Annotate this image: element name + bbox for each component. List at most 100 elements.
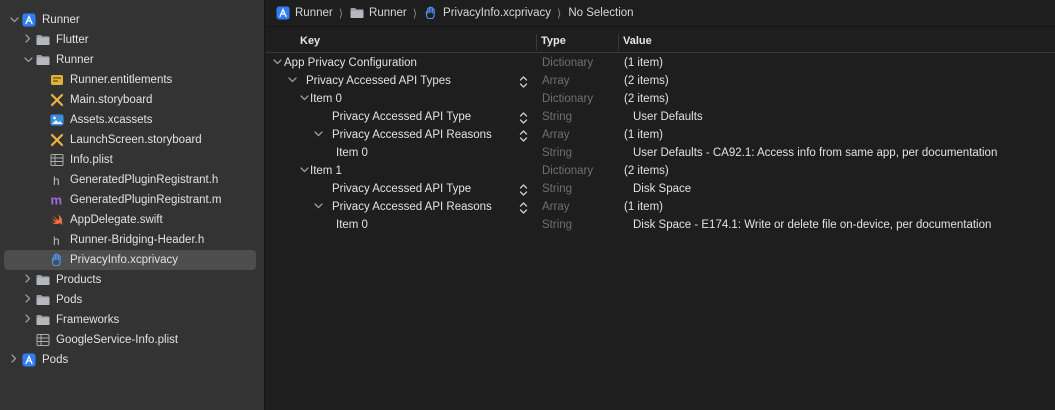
sidebar-item-label: Pods (42, 354, 69, 366)
sidebar-item-main-storyboard[interactable]: Main.storyboard (4, 90, 256, 110)
plist-row[interactable]: Privacy Accessed API Reasons Array (1 item… (266, 199, 1055, 217)
key-popup-stepper-icon[interactable] (519, 128, 528, 144)
sidebar-item-label: Main.storyboard (70, 94, 153, 106)
storyboard-file-icon (50, 133, 64, 147)
chevron-right-icon[interactable] (22, 34, 34, 46)
sidebar-item-appdelegate-swift[interactable]: AppDelegate.swift (4, 210, 256, 230)
sidebar-item-generatedpluginregistrant-h[interactable]: h GeneratedPluginRegistrant.h (4, 170, 256, 190)
column-divider[interactable] (536, 34, 537, 50)
sidebar-item-label: GeneratedPluginRegistrant.h (70, 174, 219, 186)
plist-row[interactable]: Item 0 Dictionary (2 items) (266, 91, 1055, 109)
plist-type[interactable]: String (542, 111, 572, 123)
plist-type[interactable]: Array (542, 129, 569, 141)
plist-key[interactable]: Item 0 (336, 147, 368, 159)
plist-key[interactable]: Item 0 (336, 219, 368, 231)
plist-row[interactable]: Item 0 String User Defaults - CA92.1: Acce… (266, 145, 1055, 163)
plist-row[interactable]: Item 0 String Disk Space - E174.1: Write o… (266, 217, 1055, 235)
sidebar-item-runner-bridging-header-h[interactable]: h Runner-Bridging-Header.h (4, 230, 256, 250)
plist-value[interactable]: (1 item) (624, 57, 663, 69)
svg-text:m: m (51, 193, 63, 207)
sidebar-item-pods[interactable]: Pods (4, 350, 256, 370)
column-header-type[interactable]: Type (541, 35, 566, 47)
breadcrumb-item[interactable]: Runner (276, 6, 333, 20)
sidebar-item-products[interactable]: Products (4, 270, 256, 290)
plist-value[interactable]: (1 item) (624, 201, 663, 213)
chevron-down-icon[interactable] (22, 55, 34, 66)
sidebar-item-assets-xcassets[interactable]: Assets.xcassets (4, 110, 256, 130)
key-popup-stepper-icon[interactable] (519, 74, 528, 90)
column-header-value[interactable]: Value (623, 35, 652, 47)
plist-type[interactable]: String (542, 183, 572, 195)
chevron-down-icon[interactable] (312, 201, 324, 212)
chevron-right-icon[interactable] (22, 314, 34, 326)
plist-value[interactable]: User Defaults - CA92.1: Access info from… (633, 147, 997, 159)
plist-value[interactable]: Disk Space - E174.1: Write or delete fil… (633, 219, 991, 231)
plist-type[interactable]: String (542, 219, 572, 231)
plist-value[interactable]: (2 items) (624, 165, 669, 177)
plist-value[interactable]: (1 item) (624, 129, 663, 141)
sidebar-item-label: Runner (56, 54, 94, 66)
sidebar-item-pods[interactable]: Pods (4, 290, 256, 310)
key-popup-stepper-icon[interactable] (519, 110, 528, 126)
sidebar-item-info-plist[interactable]: Info.plist (4, 150, 256, 170)
folder-icon (36, 273, 50, 287)
column-header-key[interactable]: Key (300, 35, 320, 47)
plist-key[interactable]: Privacy Accessed API Reasons (332, 129, 492, 141)
plist-type[interactable]: Dictionary (542, 57, 593, 69)
entitlements-file-icon (50, 73, 64, 87)
plist-row[interactable]: Privacy Accessed API Type String Disk Spac… (266, 181, 1055, 199)
chevron-right-icon[interactable] (8, 354, 20, 366)
plist-type[interactable]: String (542, 147, 572, 159)
plist-row[interactable]: App Privacy Configuration Dictionary (1 it… (266, 55, 1055, 73)
sidebar-item-frameworks[interactable]: Frameworks (4, 310, 256, 330)
chevron-down-icon[interactable] (286, 75, 298, 86)
plist-key[interactable]: Item 1 (310, 165, 342, 177)
chevron-down-icon[interactable] (298, 165, 310, 176)
plist-type[interactable]: Dictionary (542, 93, 593, 105)
sidebar-item-label: GoogleService-Info.plist (56, 334, 179, 346)
breadcrumb-item[interactable]: PrivacyInfo.xcprivacy (424, 6, 551, 20)
plist-row[interactable]: Privacy Accessed API Types Array (2 items) (266, 73, 1055, 91)
plist-row[interactable]: Item 1 Dictionary (2 items) (266, 163, 1055, 181)
column-divider[interactable] (618, 34, 619, 50)
plist-type[interactable]: Dictionary (542, 165, 593, 177)
breadcrumb-item[interactable]: Runner (350, 6, 407, 20)
breadcrumb-item[interactable]: No Selection (568, 7, 633, 19)
plist-value[interactable]: User Defaults (633, 111, 703, 123)
sidebar-item-runner-entitlements[interactable]: Runner.entitlements (4, 70, 256, 90)
plist-type[interactable]: Array (542, 75, 569, 87)
plist-row[interactable]: Privacy Accessed API Reasons Array (1 item… (266, 127, 1055, 145)
key-popup-stepper-icon[interactable] (519, 182, 528, 198)
chevron-down-icon[interactable] (271, 57, 283, 68)
sidebar-item-flutter[interactable]: Flutter (4, 30, 256, 50)
xcode-project-icon (22, 13, 36, 27)
plist-value[interactable]: (2 items) (624, 93, 669, 105)
sidebar-item-runner[interactable]: Runner (4, 50, 256, 70)
plist-key[interactable]: Privacy Accessed API Type (332, 183, 471, 195)
chevron-right-icon[interactable] (22, 274, 34, 286)
svg-text:h: h (53, 174, 60, 187)
plist-key[interactable]: Privacy Accessed API Type (332, 111, 471, 123)
chevron-down-icon[interactable] (312, 129, 324, 140)
sidebar-item-label: Runner (42, 14, 80, 26)
sidebar-item-launchscreen-storyboard[interactable]: LaunchScreen.storyboard (4, 130, 256, 150)
plist-row[interactable]: Privacy Accessed API Type String User Defa… (266, 109, 1055, 127)
plist-key[interactable]: Privacy Accessed API Types (306, 75, 451, 87)
sidebar-item-googleservice-info-plist[interactable]: GoogleService-Info.plist (4, 330, 256, 350)
sidebar-item-generatedpluginregistrant-m[interactable]: m GeneratedPluginRegistrant.m (4, 190, 256, 210)
plist-key[interactable]: Privacy Accessed API Reasons (332, 201, 492, 213)
folder-icon (36, 53, 50, 67)
sidebar-item-privacyinfo-xcprivacy[interactable]: PrivacyInfo.xcprivacy (4, 250, 256, 270)
key-popup-stepper-icon[interactable] (519, 200, 528, 216)
breadcrumb-label: No Selection (568, 7, 634, 19)
plist-value[interactable]: (2 items) (624, 75, 669, 87)
plist-type[interactable]: Array (542, 201, 569, 213)
plist-value[interactable]: Disk Space (633, 183, 691, 195)
header-file-icon: h (50, 233, 64, 247)
plist-key[interactable]: Item 0 (310, 93, 342, 105)
sidebar-item-runner[interactable]: Runner (4, 10, 256, 30)
chevron-right-icon[interactable] (22, 294, 34, 306)
chevron-down-icon[interactable] (298, 93, 310, 104)
chevron-down-icon[interactable] (8, 15, 20, 26)
plist-key[interactable]: App Privacy Configuration (284, 57, 417, 69)
